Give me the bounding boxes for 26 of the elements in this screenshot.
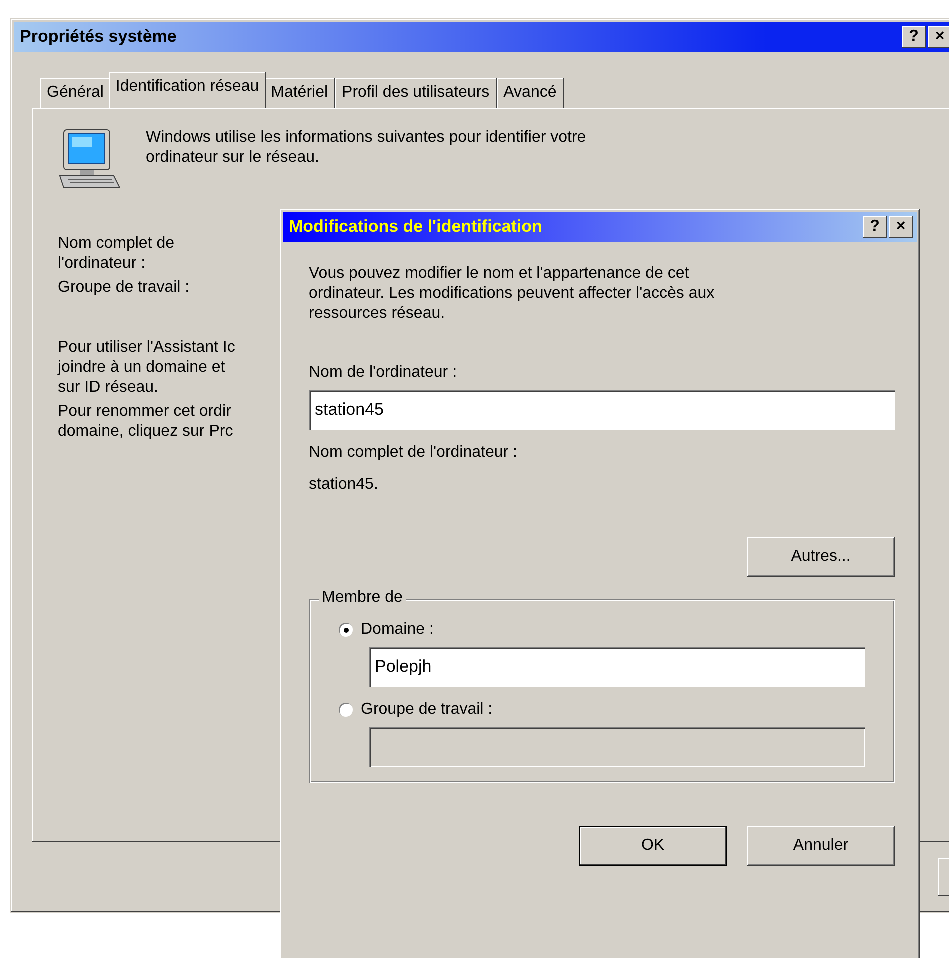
help-button[interactable]: ? [863, 216, 887, 238]
field-label: Nom complet de l'ordinateur : [309, 444, 518, 462]
dialog-title: Modifications de l'identification [289, 217, 544, 237]
more-button[interactable]: Autres... [747, 537, 895, 577]
cancel-button[interactable]: Annuler [747, 826, 895, 866]
field-label: Groupe de travail : [58, 278, 191, 298]
window-title: Propriétés système [20, 27, 178, 47]
tab[interactable]: Général [40, 78, 111, 108]
tab[interactable]: Matériel [264, 78, 336, 108]
intro-text: Windows utilise les informations suivantes pour identifier votre ordinateur sur le réseau. [146, 128, 586, 168]
full-name-text: station45. [309, 476, 380, 494]
field-label: Nom de l'ordinateur : [309, 364, 458, 382]
close-button[interactable]: × [889, 216, 913, 238]
tab[interactable]: Profil des utilisateurs [335, 78, 497, 108]
help-button[interactable]: ? [902, 26, 926, 48]
text-field[interactable]: Polepjh [369, 647, 865, 687]
tab[interactable]: Identification réseau [108, 72, 266, 108]
field-label: Nom complet de l'ordinateur : [58, 234, 176, 274]
close-button[interactable]: × [928, 26, 949, 48]
radio-option[interactable]: Domaine : [339, 621, 434, 639]
computer-name-field[interactable]: station45 [309, 390, 895, 430]
info-text: Pour utiliser l'Assistant Ic joindre à un domaine et sur ID réseau. [58, 338, 236, 398]
info-text: Pour renommer cet ordir domaine, cliquez sur Prc [58, 402, 234, 442]
description-text: Vous pouvez modifier le nom et l'appartenance de cet ordinateur. Les modifications peuvent affecter l'accès aux ressources réseau. [309, 264, 716, 324]
ok-button[interactable]: OK [579, 826, 727, 866]
tab[interactable]: Avancé [496, 78, 564, 108]
